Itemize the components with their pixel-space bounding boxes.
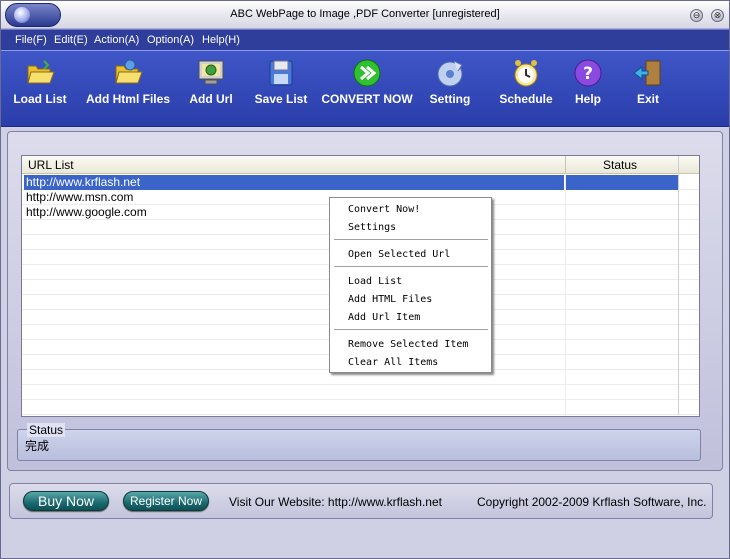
convert-now-label: CONVERT NOW bbox=[321, 92, 413, 106]
help-question-icon: ? bbox=[572, 57, 604, 89]
status-column-line bbox=[565, 175, 566, 415]
status-group bbox=[17, 429, 701, 461]
add-url-button[interactable]: Add Url bbox=[184, 57, 238, 106]
list-header: URL List Status bbox=[22, 156, 699, 174]
toolbar: Load List Add Html Files Add Url Save Li… bbox=[1, 50, 729, 127]
exit-door-icon bbox=[632, 57, 664, 89]
list-right-edge bbox=[678, 156, 679, 415]
menu-action[interactable]: Action(A) bbox=[94, 34, 139, 46]
folder-add-icon bbox=[112, 57, 144, 89]
load-list-label: Load List bbox=[13, 92, 67, 106]
load-list-button[interactable]: Load List bbox=[9, 57, 71, 106]
register-now-button[interactable]: Register Now bbox=[123, 491, 209, 511]
setting-label: Setting bbox=[429, 92, 471, 106]
add-html-files-label: Add Html Files bbox=[85, 92, 170, 106]
ctx-convert-now[interactable]: Convert Now! bbox=[348, 204, 420, 215]
add-url-label: Add Url bbox=[189, 92, 233, 106]
menu-edit[interactable]: Edit(E) bbox=[54, 34, 88, 46]
schedule-label: Schedule bbox=[499, 92, 553, 106]
close-button[interactable]: ⊗ bbox=[711, 9, 724, 22]
context-menu: Convert Now! Settings Open Selected Url … bbox=[329, 197, 492, 373]
help-label: Help bbox=[574, 92, 601, 106]
menu-help[interactable]: Help(H) bbox=[202, 34, 240, 46]
add-html-files-button[interactable]: Add Html Files bbox=[81, 57, 175, 106]
selected-status-cell[interactable] bbox=[566, 175, 678, 190]
svg-text:?: ? bbox=[583, 64, 593, 84]
ctx-separator bbox=[334, 239, 488, 240]
ctx-open-selected-url[interactable]: Open Selected Url bbox=[348, 249, 450, 260]
convert-now-button[interactable]: CONVERT NOW bbox=[319, 57, 415, 106]
folder-open-icon bbox=[24, 57, 56, 89]
green-arrow-icon bbox=[351, 57, 383, 89]
list-item[interactable]: http://www.google.com bbox=[24, 205, 147, 220]
alarm-clock-icon bbox=[510, 57, 542, 89]
ctx-settings[interactable]: Settings bbox=[348, 222, 396, 233]
exit-button[interactable]: Exit bbox=[627, 57, 669, 106]
menu-bar: File(F) Edit(E) Action(A) Option(A) Help… bbox=[1, 29, 729, 50]
status-value: 完成 bbox=[25, 439, 50, 453]
ctx-add-url-item[interactable]: Add Url Item bbox=[348, 312, 420, 323]
app-window: ABC WebPage to Image ,PDF Converter [unr… bbox=[0, 0, 730, 559]
window-title: ABC WebPage to Image ,PDF Converter [unr… bbox=[230, 8, 500, 20]
save-list-button[interactable]: Save List bbox=[249, 57, 313, 106]
settings-disc-icon bbox=[434, 57, 466, 89]
menu-option[interactable]: Option(A) bbox=[147, 34, 194, 46]
list-item[interactable]: http://www.krflash.net bbox=[24, 175, 564, 190]
exit-label: Exit bbox=[636, 92, 659, 106]
ctx-load-list[interactable]: Load List bbox=[348, 276, 402, 287]
minimize-button[interactable]: ⊖ bbox=[690, 9, 703, 22]
ctx-separator bbox=[334, 329, 488, 330]
column-divider[interactable] bbox=[565, 156, 566, 174]
schedule-button[interactable]: Schedule bbox=[495, 57, 557, 106]
column-url-list[interactable]: URL List bbox=[28, 158, 74, 172]
help-button[interactable]: ? Help bbox=[567, 57, 609, 106]
title-bar[interactable]: ABC WebPage to Image ,PDF Converter [unr… bbox=[1, 1, 729, 29]
column-status[interactable]: Status bbox=[603, 158, 637, 172]
menu-file[interactable]: File(F) bbox=[15, 34, 47, 46]
list-item[interactable]: http://www.msn.com bbox=[24, 190, 133, 205]
ctx-clear-all-items[interactable]: Clear All Items bbox=[348, 357, 438, 368]
save-list-label: Save List bbox=[254, 92, 308, 106]
copyright-text: Copyright 2002-2009 Krflash Software, In… bbox=[477, 495, 707, 509]
buy-now-button[interactable]: Buy Now bbox=[23, 491, 109, 511]
status-legend: Status bbox=[27, 423, 66, 437]
ctx-remove-selected-item[interactable]: Remove Selected Item bbox=[348, 339, 468, 350]
floppy-disk-icon bbox=[265, 57, 297, 89]
ctx-add-html-files[interactable]: Add HTML Files bbox=[348, 294, 432, 305]
monitor-globe-icon bbox=[195, 57, 227, 89]
ctx-separator bbox=[334, 266, 488, 267]
website-link[interactable]: Visit Our Website: http://www.krflash.ne… bbox=[229, 495, 442, 509]
setting-button[interactable]: Setting bbox=[423, 57, 477, 106]
